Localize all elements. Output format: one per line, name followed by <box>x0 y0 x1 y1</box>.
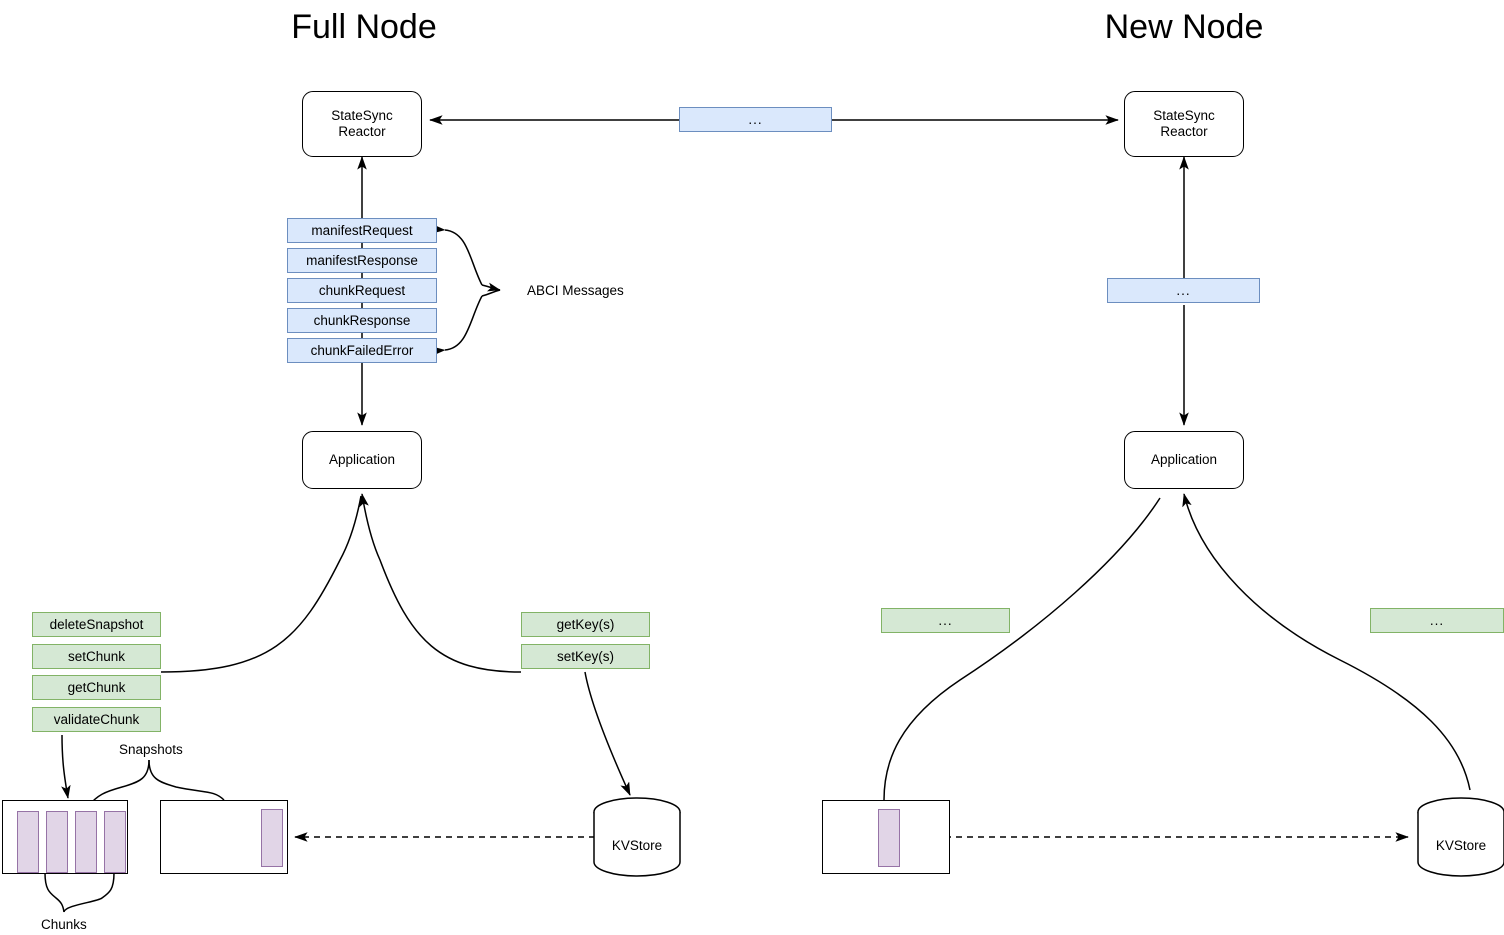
api-set-chunk[interactable]: setChunk <box>32 644 161 669</box>
api-set-keys[interactable]: setKey(s) <box>521 644 650 669</box>
diagram-canvas: Full Node New Node StateSync Reactor ...… <box>0 0 1504 935</box>
abci-message-chunk-request[interactable]: chunkRequest <box>287 278 437 303</box>
chunk-segment <box>261 809 283 867</box>
abci-message-manifest-request[interactable]: manifestRequest <box>287 218 437 243</box>
api-validate-chunk[interactable]: validateChunk <box>32 707 161 732</box>
new-node-application[interactable]: Application <box>1124 431 1244 489</box>
abci-message-chunk-failed-error[interactable]: chunkFailedError <box>287 338 437 363</box>
api-get-chunk[interactable]: getChunk <box>32 675 161 700</box>
new-node-snapshot-api-placeholder[interactable]: ... <box>881 608 1010 633</box>
new-node-statesync-reactor-label-2: Reactor <box>1160 124 1208 139</box>
snapshots-label: Snapshots <box>119 742 183 757</box>
full-node-statesync-reactor-label-1: StateSync <box>331 108 393 123</box>
page-title-full-node: Full Node <box>291 8 437 46</box>
api-delete-snapshot[interactable]: deleteSnapshot <box>32 612 161 637</box>
snapshot-store-single[interactable] <box>160 800 288 874</box>
chunk-segment <box>104 811 126 873</box>
full-node-statesync-reactor-label-2: Reactor <box>338 124 386 139</box>
full-node-statesync-reactor[interactable]: StateSync Reactor <box>302 91 422 157</box>
new-node-snapshot-store[interactable] <box>822 800 950 874</box>
abci-message-manifest-response[interactable]: manifestResponse <box>287 248 437 273</box>
chunk-segment <box>75 811 97 873</box>
snapshot-store-chunked[interactable] <box>2 800 128 874</box>
new-node-abci-placeholder[interactable]: ... <box>1107 278 1260 303</box>
new-node-kv-api-placeholder[interactable]: ... <box>1370 608 1504 633</box>
peer-link-placeholder[interactable]: ... <box>679 107 832 132</box>
new-node-kvstore-label: KVStore <box>1435 838 1487 853</box>
chunk-segment <box>878 809 900 867</box>
new-node-statesync-reactor[interactable]: StateSync Reactor <box>1124 91 1244 157</box>
chunk-segment <box>46 811 68 873</box>
chunk-segment <box>17 811 39 873</box>
new-node-statesync-reactor-label-1: StateSync <box>1153 108 1215 123</box>
abci-message-chunk-response[interactable]: chunkResponse <box>287 308 437 333</box>
full-node-kvstore-label: KVStore <box>611 838 663 853</box>
api-get-keys[interactable]: getKey(s) <box>521 612 650 637</box>
chunks-label: Chunks <box>41 917 87 932</box>
connector-layer <box>44 115 1504 913</box>
full-node-application[interactable]: Application <box>302 431 422 489</box>
abci-messages-group-label: ABCI Messages <box>527 283 624 298</box>
page-title-new-node: New Node <box>1104 8 1264 46</box>
